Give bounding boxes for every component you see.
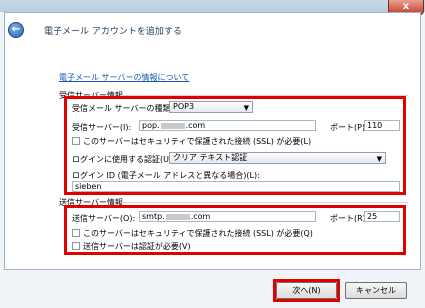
outgoing-highlight-box: [64, 205, 406, 255]
dialog-window: x ← 電子メール アカウントを追加する 電子メール サーバーの情報について 受…: [0, 0, 425, 308]
title-bar: [0, 0, 425, 12]
back-arrow-icon: ←: [11, 24, 21, 35]
outgoing-divider: [120, 202, 408, 203]
cancel-button[interactable]: キャンセル: [345, 282, 407, 299]
incoming-highlight-box: [64, 96, 406, 195]
server-info-link[interactable]: 電子メール サーバーの情報について: [59, 72, 189, 83]
dialog-title: 電子メール アカウントを追加する: [44, 27, 182, 37]
close-icon: x: [402, 1, 410, 12]
back-button[interactable]: ←: [8, 22, 24, 38]
next-highlight-box: [273, 279, 340, 302]
